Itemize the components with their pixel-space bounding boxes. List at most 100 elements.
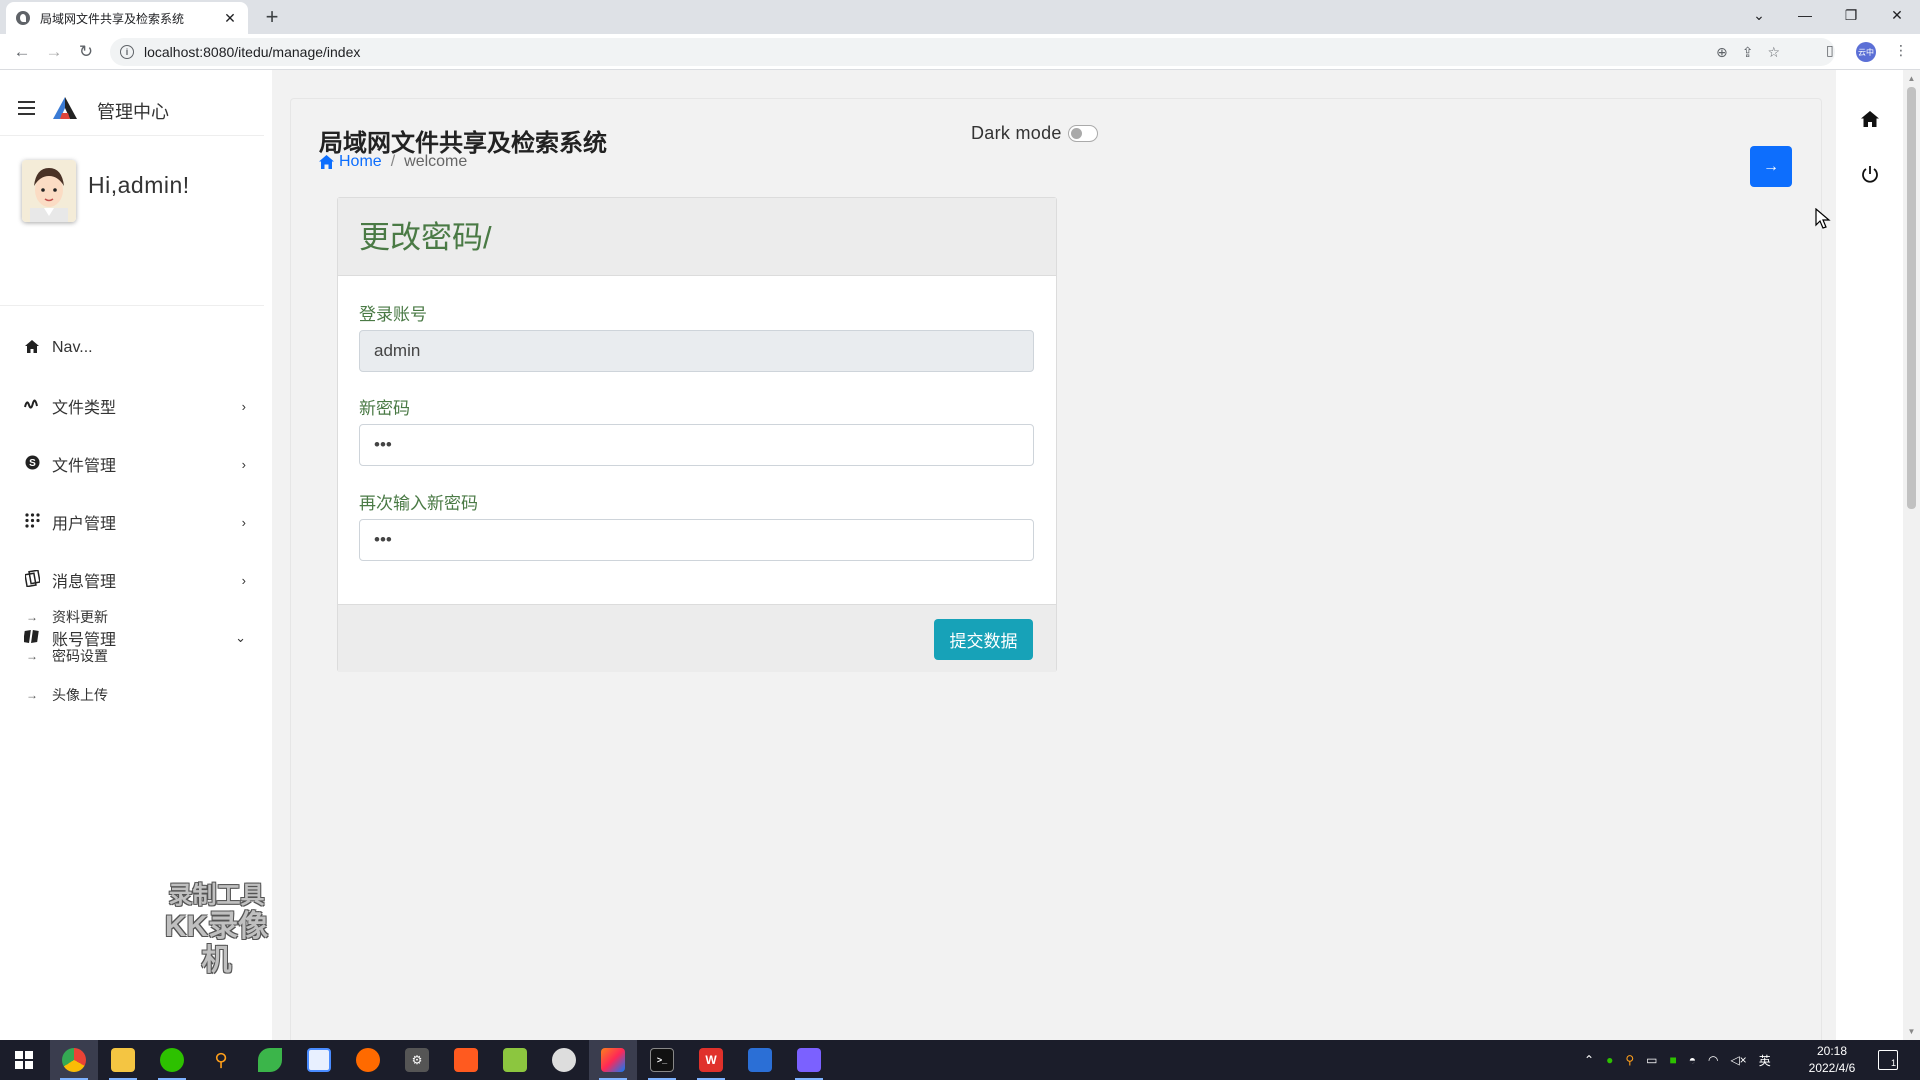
taskbar-app-icon[interactable]: [295, 1040, 343, 1080]
tray-device-icon[interactable]: ▭: [1646, 1053, 1657, 1067]
tab-close-icon[interactable]: ✕: [222, 10, 238, 27]
reload-icon[interactable]: ↻: [74, 40, 98, 64]
site-info-icon[interactable]: i: [120, 45, 134, 59]
dark-mode-switch[interactable]: Dark mode: [971, 123, 1098, 144]
tray-wechat-icon[interactable]: ●: [1606, 1053, 1613, 1067]
browser-tab[interactable]: 局域网文件共享及检索系统 ✕: [6, 2, 248, 34]
power-icon[interactable]: [1859, 163, 1881, 185]
sidebar: 管理中心 Hi,admin! Nav... 文件类型 › S 文件管理 › 用户…: [0, 70, 272, 1040]
sidebar-subitem-label: 资料更新: [52, 609, 108, 625]
sidebar-item-message-manage[interactable]: 消息管理 ›: [0, 560, 264, 600]
back-icon[interactable]: ←: [10, 40, 34, 64]
taskbar-terminal-icon[interactable]: >_: [638, 1040, 686, 1080]
svg-text:S: S: [29, 458, 36, 469]
start-button[interactable]: [0, 1040, 48, 1080]
tray-wifi-icon[interactable]: ◠: [1708, 1053, 1718, 1067]
dark-mode-toggle[interactable]: [1067, 125, 1098, 142]
submit-button[interactable]: 提交数据: [934, 619, 1033, 660]
tray-expand-icon[interactable]: ⌃: [1584, 1053, 1594, 1067]
sidebar-item-file-manage[interactable]: S 文件管理 ›: [0, 444, 264, 484]
sidebar-item-file-types[interactable]: 文件类型 ›: [0, 386, 264, 426]
hamburger-menu-icon[interactable]: [18, 101, 35, 115]
sidebar-brand: 管理中心: [0, 70, 264, 136]
sidebar-item-label: 用户管理: [52, 516, 117, 533]
share-icon[interactable]: ⇪: [1742, 44, 1754, 61]
account-input[interactable]: [359, 330, 1034, 372]
sidebar-subitem-avatar-upload[interactable]: → 头像上传: [0, 680, 264, 710]
scroll-thumb[interactable]: [1907, 87, 1916, 509]
watermark-line1: 录制工具: [168, 882, 265, 909]
taskbar-chat-icon[interactable]: [540, 1040, 588, 1080]
clock-time: 20:18: [1816, 1044, 1848, 1058]
sidebar-subitem-profile-update[interactable]: → 资料更新: [0, 602, 264, 632]
system-tray: ⌃ ● ⚲ ▭ ■ ◓ ◠ ◁× 英: [1584, 1040, 1771, 1080]
tab-search-icon[interactable]: ⌄: [1736, 0, 1782, 30]
tray-ime-indicator[interactable]: 英: [1759, 1052, 1771, 1069]
page-scrollbar[interactable]: ▲ ▼: [1903, 70, 1920, 1040]
change-password-card: 更改密码/ 登录账号 新密码 再次输入新密码 提交数据: [337, 197, 1057, 672]
taskbar-gear-icon[interactable]: ⚙: [393, 1040, 441, 1080]
forward-icon[interactable]: →: [42, 40, 66, 64]
sidebar-item-user-manage[interactable]: 用户管理 ›: [0, 502, 264, 542]
zoom-icon[interactable]: ⊕: [1716, 44, 1728, 61]
taskbar-idea-icon[interactable]: [589, 1040, 637, 1080]
home-icon[interactable]: [1859, 108, 1881, 130]
wave-icon: [21, 398, 43, 415]
avatar[interactable]: [22, 160, 76, 222]
breadcrumb-home-link[interactable]: Home: [319, 153, 382, 171]
sidebar-subitem-label: 密码设置: [52, 648, 108, 664]
grid-icon: [21, 513, 43, 531]
next-arrow-button[interactable]: →: [1750, 146, 1792, 187]
scroll-down-icon[interactable]: ▼: [1903, 1023, 1920, 1040]
logo-icon: [53, 97, 77, 119]
url-text: localhost:8080/itedu/manage/index: [144, 44, 361, 60]
taskbar-leaf-icon[interactable]: [246, 1040, 294, 1080]
taskbar-paint-icon[interactable]: [785, 1040, 833, 1080]
card-header: 更改密码/: [338, 198, 1056, 276]
new-password-label: 新密码: [359, 399, 410, 418]
address-bar: ← → ↻ i localhost:8080/itedu/manage/inde…: [0, 34, 1920, 70]
menu-kebab-icon[interactable]: ⋮: [1894, 42, 1908, 59]
minimize-button[interactable]: —: [1782, 0, 1828, 30]
sidebar-subitem-password-settings[interactable]: → 密码设置: [0, 641, 264, 671]
close-window-button[interactable]: ✕: [1874, 0, 1920, 30]
profile-avatar[interactable]: 云中: [1856, 42, 1876, 62]
user-panel: Hi,admin!: [0, 154, 264, 306]
home-icon: [319, 155, 334, 169]
taskbar-wechat-icon[interactable]: [148, 1040, 196, 1080]
tray-qq-icon[interactable]: ◓: [1689, 1053, 1696, 1067]
toggle-knob: [1070, 128, 1082, 139]
dash-icon: →: [26, 649, 38, 663]
greeting-text: Hi,admin!: [88, 172, 190, 198]
sidebar-item-label: Nav...: [52, 339, 93, 356]
notification-count: 1: [1890, 1058, 1896, 1068]
dash-icon: →: [26, 610, 38, 624]
taskbar-clock[interactable]: 20:18 2022/4/6: [1792, 1043, 1872, 1077]
restore-button[interactable]: ❐: [1828, 0, 1874, 30]
tray-search-icon[interactable]: ⚲: [1625, 1053, 1634, 1067]
new-password-input[interactable]: [359, 424, 1034, 466]
taskbar-slides-icon[interactable]: [442, 1040, 490, 1080]
notification-center-icon[interactable]: 1: [1878, 1050, 1898, 1070]
sidebar-item-nav[interactable]: Nav...: [0, 328, 264, 368]
url-field[interactable]: i localhost:8080/itedu/manage/index: [110, 38, 1835, 66]
skype-icon: S: [21, 455, 43, 473]
bookmark-star-icon[interactable]: ☆: [1767, 44, 1780, 61]
taskbar-photo-icon[interactable]: [736, 1040, 784, 1080]
tray-volume-icon[interactable]: ◁×: [1730, 1053, 1746, 1067]
taskbar-wps-icon[interactable]: W: [687, 1040, 735, 1080]
breadcrumb-separator: /: [390, 153, 396, 170]
avatar-image-icon: [22, 160, 76, 222]
new-tab-button[interactable]: +: [260, 3, 284, 31]
side-panel-icon[interactable]: ▯: [1826, 42, 1834, 59]
favicon-icon: [16, 11, 30, 25]
taskbar-media-icon[interactable]: [344, 1040, 392, 1080]
confirm-password-input[interactable]: [359, 519, 1034, 561]
taskbar-search-icon[interactable]: ⚲: [197, 1040, 245, 1080]
taskbar-explorer-icon[interactable]: [99, 1040, 147, 1080]
scroll-up-icon[interactable]: ▲: [1903, 70, 1920, 87]
tray-green-icon[interactable]: ■: [1669, 1053, 1676, 1067]
taskbar-chrome-icon[interactable]: [50, 1040, 98, 1080]
taskbar-notepad-icon[interactable]: [491, 1040, 539, 1080]
chevron-right-icon: ›: [241, 514, 246, 530]
